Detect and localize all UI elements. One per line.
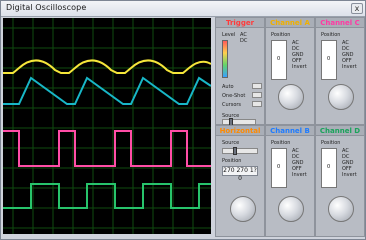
- trigger-cursors-label: Cursors: [222, 102, 242, 108]
- trigger-auto-toggle[interactable]: [252, 83, 262, 89]
- channel-c-coupling-options: AC DC GND OFF Invert: [342, 40, 357, 70]
- channel-c-position-label: Position: [321, 32, 341, 38]
- trigger-option-dc[interactable]: DC: [240, 38, 247, 44]
- horizontal-position-label: Position: [222, 158, 242, 164]
- channel-d-panel: Channel D Position 0 AC DC GND OFF Inver…: [315, 125, 365, 237]
- channel-a-position-label: Position: [271, 32, 291, 38]
- trigger-level-bar: [222, 40, 228, 78]
- trigger-level-label: Level: [222, 32, 236, 38]
- channel-b-coupling-options: AC DC GND OFF Invert: [292, 148, 307, 178]
- window-title: Digital Oscilloscope: [6, 3, 87, 12]
- channel-b-panel: Channel B Position 0 AC DC GND OFF Inver…: [265, 125, 315, 237]
- horizontal-source-thumb[interactable]: [233, 147, 237, 155]
- channel-d-coupling-options: AC DC GND OFF Invert: [342, 148, 357, 178]
- channel-c-title: Channel C: [316, 18, 364, 28]
- horizontal-timebase-knob[interactable]: [230, 196, 256, 222]
- channel-c-position-value: 0: [327, 56, 331, 62]
- trigger-one-shot-toggle[interactable]: [252, 92, 262, 98]
- channel-b-option-invert[interactable]: Invert: [292, 172, 307, 178]
- horizontal-panel: Horizontal Source Position 270 270 1?0: [215, 125, 265, 237]
- oscilloscope-window: Digital Oscilloscope x Trigger Level AC …: [0, 0, 366, 240]
- channel-a-option-invert[interactable]: Invert: [292, 64, 307, 70]
- title-bar: Digital Oscilloscope x: [1, 1, 365, 17]
- channel-a-title: Channel A: [266, 18, 314, 28]
- channel-d-title: Channel D: [316, 126, 364, 136]
- channel-c-option-invert[interactable]: Invert: [342, 64, 357, 70]
- trigger-one-shot-label: One-Shot: [222, 93, 246, 99]
- channel-b-position-label: Position: [271, 140, 291, 146]
- channel-c-panel: Channel C Position 0 AC DC GND OFF Inver…: [315, 17, 365, 125]
- channel-d-position-value: 0: [327, 164, 331, 170]
- trigger-cursors-toggle[interactable]: [252, 101, 262, 107]
- trigger-title: Trigger: [216, 18, 264, 28]
- trigger-auto-label: Auto: [222, 84, 234, 90]
- channel-b-title: Channel B: [266, 126, 314, 136]
- channel-b-position-value: 0: [277, 164, 281, 170]
- channel-d-option-invert[interactable]: Invert: [342, 172, 357, 178]
- channel-a-panel: Channel A Position 0 AC DC GND OFF Inver…: [265, 17, 315, 125]
- horizontal-source-label: Source: [222, 140, 240, 146]
- horizontal-source-slider[interactable]: [222, 147, 258, 155]
- channel-d-gain-knob[interactable]: [328, 196, 354, 222]
- scope-waveforms: [3, 18, 212, 234]
- trigger-panel: Trigger Level AC DC Auto One-Shot Cursor…: [215, 17, 265, 126]
- close-button[interactable]: x: [351, 3, 363, 14]
- horizontal-display: 270 270 1?0: [222, 166, 258, 182]
- scope-display: [3, 18, 212, 234]
- channel-b-gain-knob[interactable]: [278, 196, 304, 222]
- channel-d-position-label: Position: [321, 140, 341, 146]
- trigger-coupling-options: AC DC: [240, 32, 247, 44]
- channel-c-gain-knob[interactable]: [328, 84, 354, 110]
- channel-a-coupling-options: AC DC GND OFF Invert: [292, 40, 307, 70]
- channel-a-gain-knob[interactable]: [278, 84, 304, 110]
- horizontal-title: Horizontal: [216, 126, 264, 136]
- channel-a-position-value: 0: [277, 56, 281, 62]
